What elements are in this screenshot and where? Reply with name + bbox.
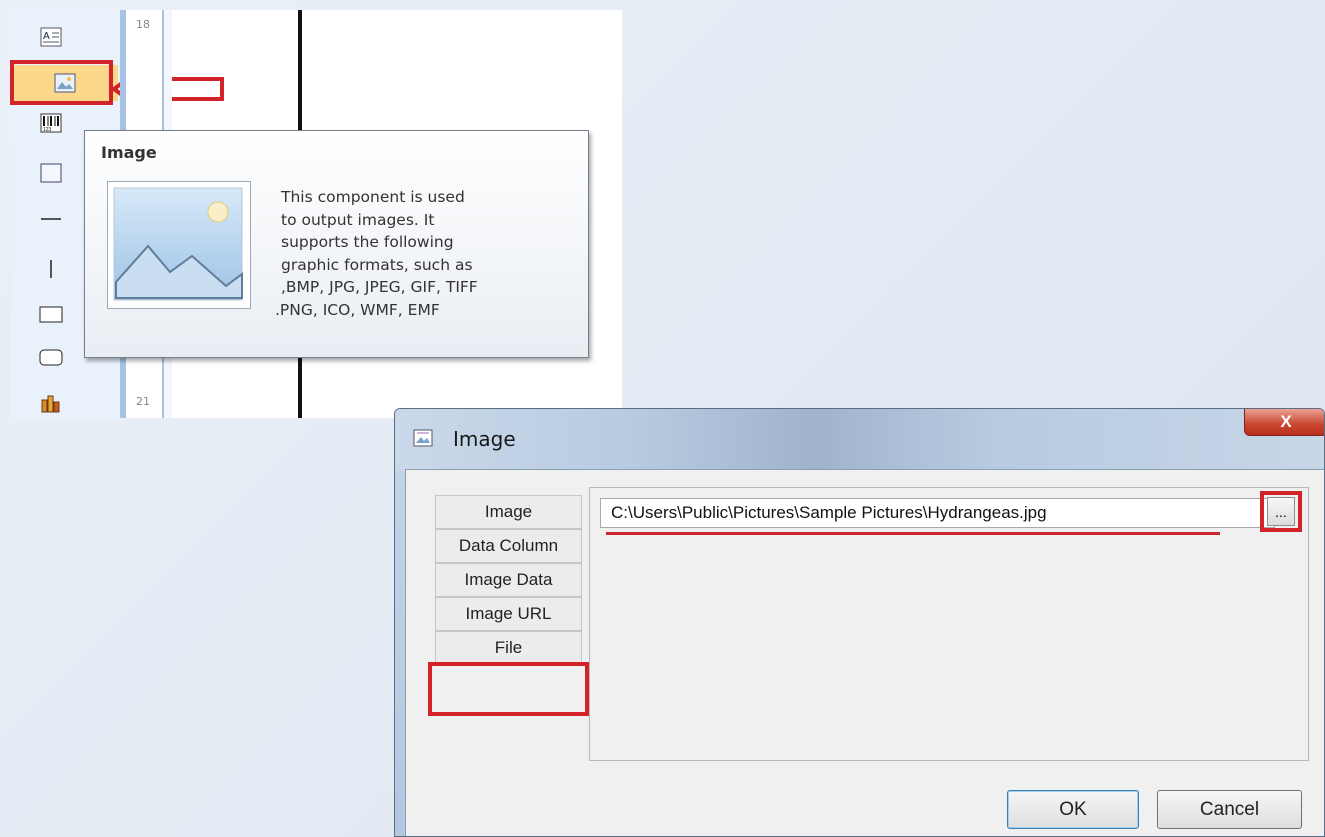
dialog-title: Image	[453, 427, 516, 451]
panel-tool[interactable]	[36, 158, 66, 188]
dialog-titlebar[interactable]: Image X	[395, 409, 1324, 471]
dialog-client-area: Image Data Column Image Data Image URL F…	[405, 469, 1324, 836]
file-path-field[interactable]: C:\Users\Public\Pictures\Sample Pictures…	[600, 498, 1275, 528]
file-path-underline	[606, 532, 1220, 535]
tooltip-line: to output images. It	[281, 210, 435, 229]
rounded-rectangle-tool[interactable]	[36, 343, 66, 373]
tooltip-line: This component is used	[281, 188, 465, 206]
label-tool[interactable]: A	[36, 22, 66, 52]
report-designer: A 123 18 21 Image This component is used…	[10, 10, 622, 418]
vline-tool[interactable]	[36, 254, 66, 284]
tooltip-line: supports the following	[281, 233, 454, 251]
text-label-icon: A	[40, 27, 62, 47]
ok-button[interactable]: OK	[1007, 790, 1139, 829]
tooltip-line: .PNG, ICO, WMF, EMF	[275, 300, 440, 319]
close-icon: X	[1280, 412, 1292, 431]
file-tab-highlight	[428, 662, 589, 716]
horizontal-line-icon	[41, 218, 61, 220]
svg-text:A: A	[43, 31, 50, 42]
tooltip: Image This component is used to output i…	[84, 130, 589, 358]
tooltip-image-preview	[107, 181, 251, 309]
image-dialog-icon	[413, 429, 433, 447]
ruler-number-bottom: 21	[136, 395, 150, 408]
rectangle-tool[interactable]	[36, 300, 66, 330]
tooltip-line: ,BMP, JPG, JPEG, GIF, TIFF	[281, 278, 478, 296]
rounded-rectangle-icon	[39, 349, 63, 366]
browse-button-highlight	[1260, 491, 1302, 532]
hline-tool[interactable]	[36, 204, 66, 234]
chart-tool[interactable]	[36, 388, 66, 418]
image-tool-highlight	[10, 60, 113, 105]
tab-image-url[interactable]: Image URL	[435, 597, 582, 631]
tab-file[interactable]: File	[435, 631, 582, 665]
rectangle-icon	[39, 306, 63, 323]
svg-text:123: 123	[43, 127, 52, 133]
tooltip-line: graphic formats, such as	[281, 255, 473, 274]
barcode-icon: 123	[40, 113, 62, 133]
barcode-tool[interactable]: 123	[36, 108, 66, 138]
tab-image-data[interactable]: Image Data	[435, 563, 582, 597]
cancel-button[interactable]: Cancel	[1157, 790, 1302, 829]
file-panel: C:\Users\Public\Pictures\Sample Pictures…	[589, 487, 1309, 761]
tooltip-title: Image	[101, 143, 157, 162]
tab-image[interactable]: Image	[435, 495, 582, 529]
chart-icon	[41, 395, 60, 413]
tab-data-column[interactable]: Data Column	[435, 529, 582, 563]
panel-icon	[40, 163, 62, 183]
tooltip-description: This component is used to output images.…	[275, 186, 581, 321]
ruler-number-top: 18	[136, 18, 150, 31]
image-dialog: Image X Image Data Column Image Data Ima…	[394, 408, 1325, 837]
vertical-line-icon	[50, 260, 52, 278]
landscape-picture-icon	[113, 187, 243, 301]
close-button[interactable]: X	[1244, 409, 1324, 436]
